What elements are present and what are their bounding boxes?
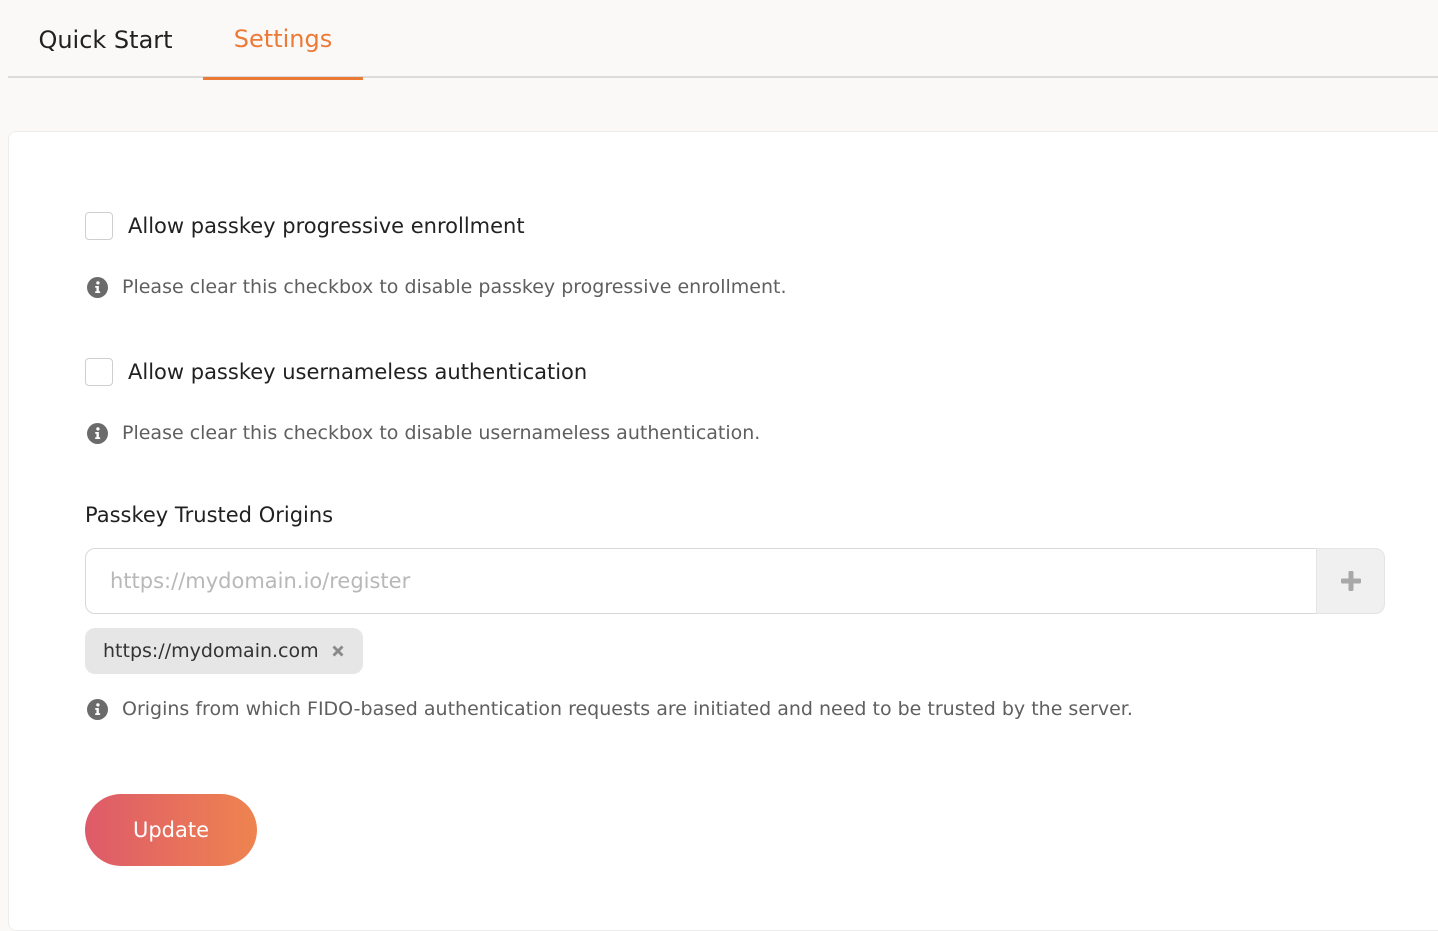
close-x-icon[interactable] <box>329 642 347 660</box>
tab-bar: Quick Start Settings <box>8 0 1438 80</box>
usernameless-auth-hint: Please clear this checkbox to disable us… <box>87 422 760 444</box>
origin-chip: https://mydomain.com <box>85 628 363 674</box>
info-icon <box>87 276 108 298</box>
usernameless-auth-checkbox[interactable] <box>85 358 113 386</box>
progressive-enrollment-hint: Please clear this checkbox to disable pa… <box>87 276 787 298</box>
usernameless-auth-label[interactable]: Allow passkey usernameless authenticatio… <box>128 360 587 384</box>
settings-card: Allow passkey progressive enrollment Ple… <box>8 131 1438 931</box>
usernameless-auth-row: Allow passkey usernameless authenticatio… <box>85 358 587 386</box>
trusted-origin-input[interactable] <box>85 548 1317 614</box>
tab-settings[interactable]: Settings <box>203 0 363 80</box>
info-icon <box>87 698 108 720</box>
hint-text: Please clear this checkbox to disable us… <box>122 422 761 444</box>
progressive-enrollment-checkbox[interactable] <box>85 212 113 240</box>
update-button[interactable]: Update <box>85 794 257 866</box>
hint-text: Origins from which FIDO-based authentica… <box>122 698 1133 720</box>
plus-icon <box>1340 571 1361 591</box>
origin-chip-label: https://mydomain.com <box>103 640 319 662</box>
progressive-enrollment-label[interactable]: Allow passkey progressive enrollment <box>128 214 525 238</box>
hint-text: Please clear this checkbox to disable pa… <box>122 276 787 298</box>
trusted-origins-hint: Origins from which FIDO-based authentica… <box>87 698 1133 720</box>
tab-quick-start[interactable]: Quick Start <box>8 0 203 80</box>
add-origin-button[interactable] <box>1316 548 1385 614</box>
info-icon <box>87 422 108 444</box>
progressive-enrollment-row: Allow passkey progressive enrollment <box>85 212 525 240</box>
trusted-origins-label: Passkey Trusted Origins <box>85 503 334 527</box>
